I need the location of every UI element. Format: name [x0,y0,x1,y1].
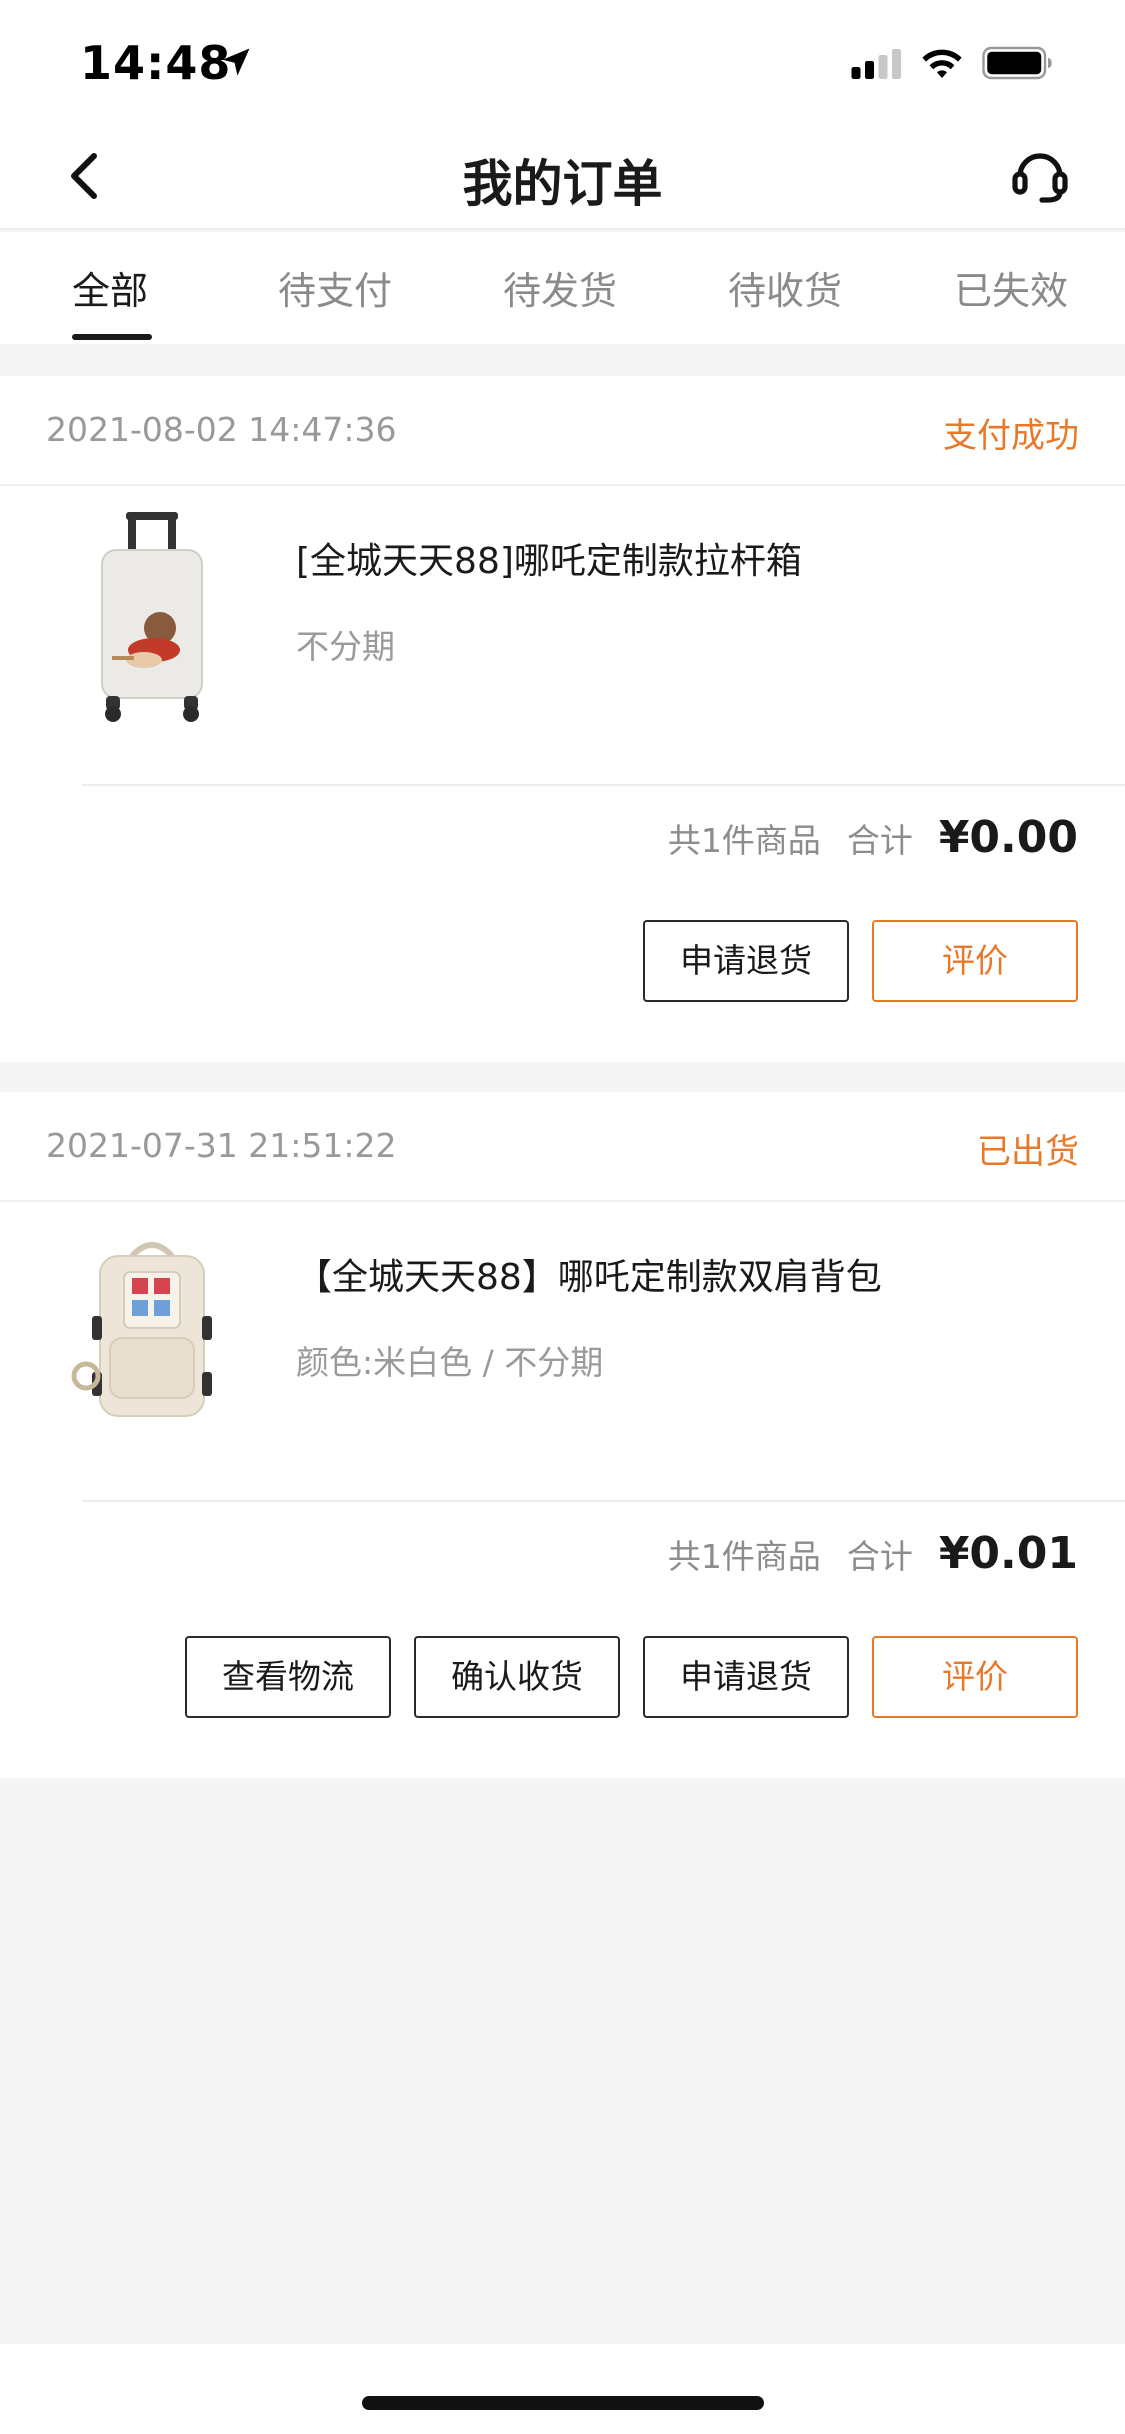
item-divider [82,784,1125,786]
confirm-receipt-button[interactable]: 确认收货 [414,1636,620,1718]
location-arrow-icon [222,48,250,76]
order-status-tabs: 全部 待支付 待发货 待收货 已失效 [0,232,1125,344]
total-label: 合计 [846,1537,913,1576]
backpack-image[interactable] [62,1226,242,1446]
product-spec: 颜色:米白色 / 不分期 [296,1343,604,1382]
item-count: 共1件商品 [667,821,821,860]
order-status: 支付成功 [943,416,1079,456]
request-return-button[interactable]: 申请退货 [643,920,849,1002]
tab-expired[interactable]: 已失效 [954,260,1068,315]
order-total: ¥0.00 [938,812,1078,863]
page-title: 我的订单 [462,155,663,213]
active-tab-indicator [72,334,152,340]
item-divider [82,1500,1125,1502]
status-time: 14:48 [80,36,232,90]
review-button[interactable]: 评价 [872,1636,1078,1718]
request-return-button[interactable]: 申请退货 [643,1636,849,1718]
review-button[interactable]: 评价 [872,920,1078,1002]
tab-pending-shipment[interactable]: 待发货 [503,260,617,315]
order-card: 2021-08-02 14:47:36 支付成功 [全城天天88]哪吒定制款拉杆… [0,376,1125,1062]
order-date: 2021-07-31 21:51:22 [46,1126,397,1165]
order-header: 2021-08-02 14:47:36 支付成功 [0,376,1125,486]
product-spec: 不分期 [296,627,395,666]
product-name[interactable]: [全城天天88]哪吒定制款拉杆箱 [296,532,802,584]
order-status: 已出货 [977,1132,1079,1172]
order-summary: 共1件商品 合计 ¥0.00 [668,812,1078,863]
product-name[interactable]: 【全城天天88】哪吒定制款双肩背包 [296,1248,882,1300]
orders-screen: 14:48 我的订单 全部 待支付 待发货 待收货 已失效 2021-08-02… [0,0,1125,2434]
total-label: 合计 [846,821,913,860]
customer-service-headset-icon[interactable] [1008,144,1072,208]
order-date: 2021-08-02 14:47:36 [46,410,397,449]
item-count: 共1件商品 [667,1537,821,1576]
tab-all[interactable]: 全部 [72,260,148,315]
cellular-signal-icon [851,49,901,79]
order-card: 2021-07-31 21:51:22 已出货 【全城天天88】哪吒定制款双肩背… [0,1092,1125,1778]
view-logistics-button[interactable]: 查看物流 [185,1636,391,1718]
order-header: 2021-07-31 21:51:22 已出货 [0,1092,1125,1202]
status-bar: 14:48 [0,0,1125,120]
wifi-icon [922,49,962,78]
tab-pending-payment[interactable]: 待支付 [278,260,392,315]
bottom-safe-area [0,2344,1125,2434]
order-total: ¥0.01 [938,1528,1078,1579]
order-summary: 共1件商品 合计 ¥0.01 [668,1528,1078,1579]
luggage-image[interactable] [62,510,242,730]
tab-pending-receipt[interactable]: 待收货 [728,260,842,315]
home-indicator[interactable] [362,2396,764,2410]
nav-bar: 我的订单 [0,120,1125,230]
battery-icon [982,46,1052,80]
